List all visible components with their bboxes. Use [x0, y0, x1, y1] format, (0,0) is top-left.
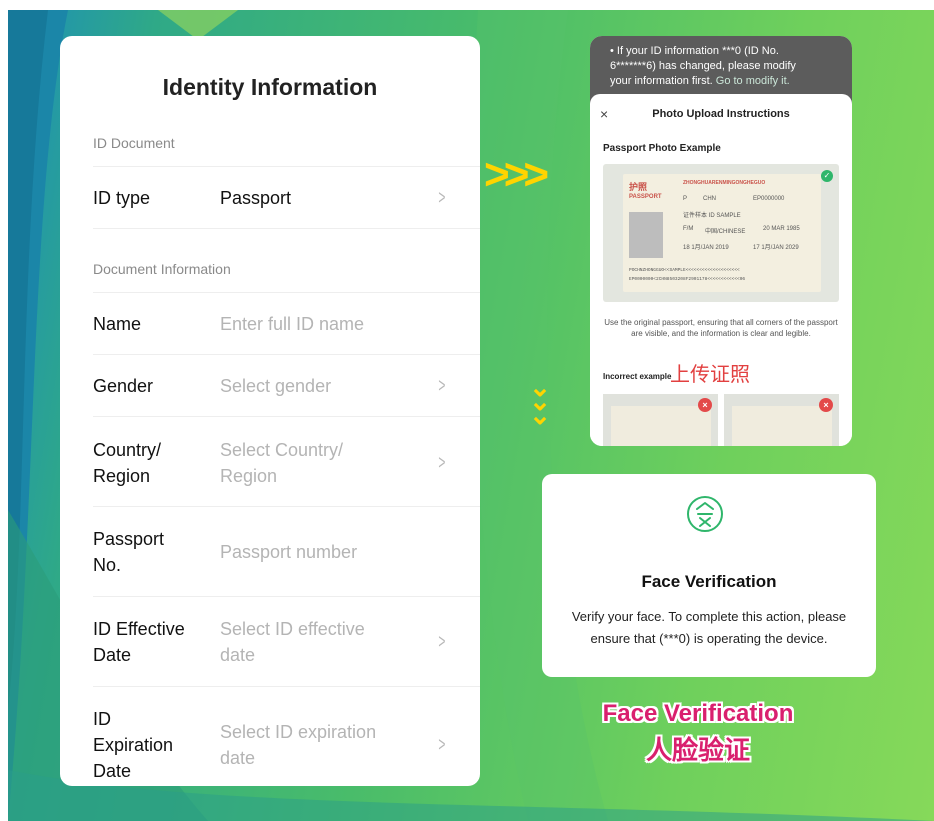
- divider: [93, 228, 480, 229]
- chevron-right-icon: >: [438, 631, 446, 653]
- passport-word: PASSPORT: [629, 194, 662, 200]
- passport-mrz-line2: EP0000000<2CHN8503208F2901178<<<<<<<<<<<…: [629, 277, 746, 282]
- id-expiration-date-label: ID: [93, 709, 111, 729]
- page-title: Identity Information: [162, 74, 378, 100]
- incorrect-example-thumbnail: ×: [724, 394, 839, 446]
- face-verification-caption-en: Face Verification: [602, 700, 794, 727]
- id-effective-date-label-line2: Date: [93, 645, 132, 665]
- name-label: Name: [93, 314, 142, 334]
- passport-page: 护照 PASSPORT ZHONGHUARENMINGONGHEGUO P CH…: [623, 174, 821, 292]
- passport-example-image: 护照 PASSPORT ZHONGHUARENMINGONGHEGUO P CH…: [603, 164, 839, 302]
- gender-row[interactable]: Gender Select gender >: [93, 373, 480, 403]
- id-expiration-date-label-line2: Expiration: [93, 735, 174, 755]
- banner-text-line1: If your ID information ***0 (ID No.: [616, 45, 779, 57]
- go-to-modify-link[interactable]: Go to modify it.: [716, 75, 790, 87]
- passport-number-label: Passport: [93, 529, 165, 549]
- chevron-right-icon: >: [438, 187, 446, 209]
- id-expiration-date-row[interactable]: ID Expiration Date Select ID expiration …: [93, 706, 480, 786]
- passport-number: EP0000000: [753, 196, 785, 202]
- section-label-id-document: ID Document: [93, 135, 175, 151]
- check-icon: ✓: [821, 170, 833, 182]
- passport-issue-date: 18 1月/JAN 2019: [683, 245, 729, 251]
- id-type-row[interactable]: ID type Passport >: [93, 185, 480, 215]
- divider: [93, 354, 480, 355]
- divider: [93, 596, 480, 597]
- passport-number-label-line2: No.: [93, 555, 122, 575]
- divider: [93, 166, 480, 167]
- passport-type: P: [683, 196, 688, 202]
- divider: [93, 506, 480, 507]
- passport-thumbnail: [732, 406, 832, 446]
- face-verification-title: Face Verification: [641, 572, 777, 591]
- gender-label: Gender: [93, 376, 154, 396]
- section-label-document-information: Document Information: [93, 261, 231, 277]
- id-effective-date-select[interactable]: Select ID effective: [220, 616, 365, 642]
- id-expiration-date-label-line3: Date: [93, 761, 132, 781]
- photo-upload-screen: • If your ID information ***0 (ID No. 6*…: [590, 36, 852, 446]
- passport-code: CHN: [703, 196, 716, 202]
- error-icon: ×: [698, 398, 712, 412]
- incorrect-example-thumbnail: ×: [603, 394, 718, 446]
- passport-header-text: ZHONGHUARENMINGONGHEGUO: [683, 180, 766, 186]
- passport-country-text: 护照: [629, 182, 648, 192]
- id-expiration-date-select[interactable]: Select ID expiration: [220, 719, 376, 745]
- passport-number-input[interactable]: Passport number: [220, 539, 357, 565]
- passport-name: 证件样本 ID SAMPLE: [683, 213, 741, 219]
- divider: [93, 292, 480, 293]
- passport-instruction-text: Use the original passport, ensuring that…: [604, 318, 838, 338]
- passport-photo: [629, 212, 663, 258]
- passport-nationality: 中国/CHINESE: [705, 229, 746, 235]
- country-region-label: Country/: [93, 440, 162, 460]
- face-verification-caption-zh: 人脸验证: [645, 735, 750, 765]
- banner-text-line2: 6*******6) has changed, please modify: [610, 60, 796, 72]
- country-region-select[interactable]: Select Country/: [220, 437, 343, 463]
- id-effective-date-label: ID Effective: [93, 619, 185, 639]
- face-verification-card: Face Verification Verify your face. To c…: [542, 474, 876, 677]
- passport-birth-date: 20 MAR 1985: [763, 226, 800, 232]
- sheet-title: Photo Upload Instructions: [652, 108, 790, 120]
- passport-sex: F/M: [683, 226, 694, 232]
- upload-id-chinese-caption: 上传证照: [670, 364, 750, 386]
- divider: [93, 416, 480, 417]
- identity-information-card: Identity Information ID Document ID type…: [60, 36, 480, 786]
- arrow-down-icon: ⌄ ⌄ ⌄: [528, 374, 552, 430]
- photo-upload-sheet: × Photo Upload Instructions Passport Pho…: [590, 94, 852, 446]
- error-icon: ×: [819, 398, 833, 412]
- face-verification-icon: [687, 496, 723, 532]
- chevron-down-icon: ⌄: [529, 400, 551, 430]
- incorrect-example-label: Incorrect example: [603, 372, 672, 381]
- id-effective-date-select-line2[interactable]: date: [220, 642, 255, 668]
- passport-example-label: Passport Photo Example: [603, 143, 721, 154]
- divider: [93, 686, 480, 687]
- name-row[interactable]: Name Enter full ID name: [93, 311, 480, 341]
- banner-text-line3: your information first.: [610, 75, 713, 87]
- country-region-label-line2: Region: [93, 466, 151, 486]
- gender-select[interactable]: Select gender: [220, 373, 331, 399]
- chevron-right-icon: >: [438, 452, 446, 474]
- passport-expiry-date: 17 1月/JAN 2029: [753, 245, 799, 251]
- chevron-right-icon: >: [438, 734, 446, 756]
- face-verification-description: Verify your face. To complete this actio…: [571, 609, 847, 646]
- name-input[interactable]: Enter full ID name: [220, 311, 364, 337]
- passport-number-row[interactable]: Passport No. Passport number: [93, 526, 480, 580]
- id-expiration-date-select-line2[interactable]: date: [220, 745, 255, 771]
- passport-thumbnail: [611, 406, 711, 446]
- arrow-right-icon: >>>: [484, 150, 549, 199]
- country-region-select-line2[interactable]: Region: [220, 463, 277, 489]
- id-effective-date-row[interactable]: ID Effective Date Select ID effective da…: [93, 616, 480, 670]
- passport-mrz-line1: POCHNZHONGGUO<<SAMPLE<<<<<<<<<<<<<<<<<<<…: [629, 268, 740, 273]
- country-region-row[interactable]: Country/ Region Select Country/ Region >: [93, 437, 480, 491]
- id-type-label: ID type: [93, 188, 151, 208]
- chevron-right-icon: >: [438, 375, 446, 397]
- id-type-value: Passport: [220, 188, 292, 208]
- background-stage: Identity Information ID Document ID type…: [8, 10, 934, 821]
